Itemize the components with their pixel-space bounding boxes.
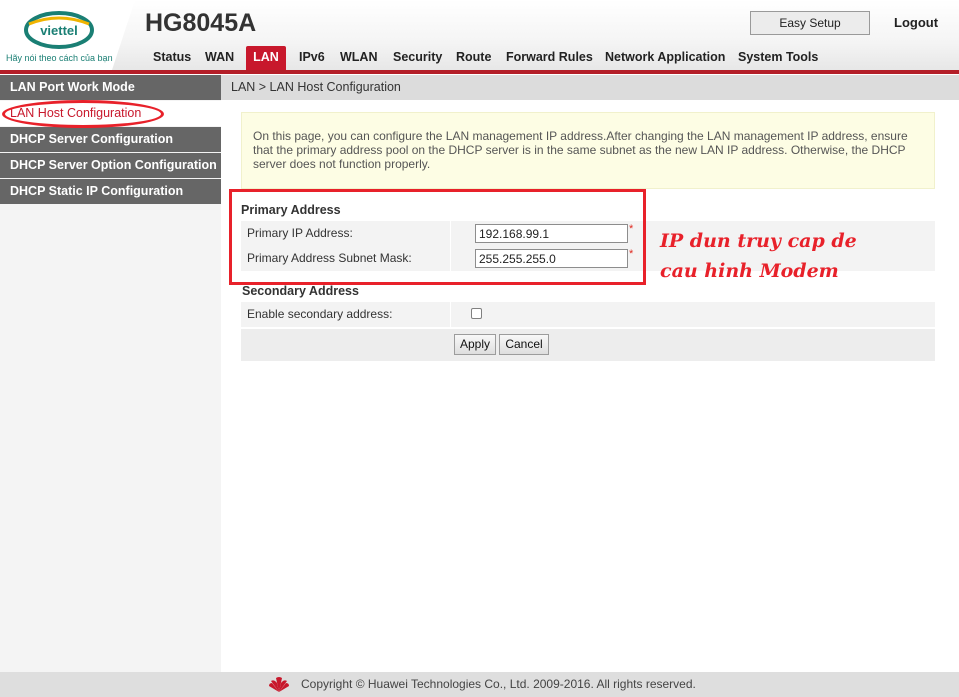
- logo-wordmark: viettel: [40, 23, 78, 38]
- header-divider: [0, 70, 959, 74]
- sidebar: LAN Port Work Mode LAN Host Configuratio…: [0, 75, 221, 672]
- annotation-text: IP dun truy cap de cau hinh Modem: [660, 226, 857, 286]
- annotation-oval: [2, 100, 164, 128]
- tab-security[interactable]: Security: [393, 46, 442, 70]
- tab-forward-rules[interactable]: Forward Rules: [506, 46, 593, 70]
- annotation-box: [229, 189, 646, 285]
- annotation-line-1: IP dun truy cap de: [660, 230, 857, 252]
- enable-secondary-cell: [452, 302, 935, 327]
- button-row: Apply Cancel: [241, 329, 935, 361]
- router-admin-page: viettel Hãy nói theo cách của bạn HG8045…: [0, 0, 959, 697]
- footer-copyright: Copyright © Huawei Technologies Co., Ltd…: [301, 677, 696, 691]
- tab-lan[interactable]: LAN: [246, 46, 286, 70]
- tab-ipv6[interactable]: IPv6: [299, 46, 325, 70]
- logout-link[interactable]: Logout: [894, 15, 938, 30]
- logo-slogan: Hãy nói theo cách của bạn: [6, 53, 113, 63]
- easy-setup-button[interactable]: Easy Setup: [750, 11, 870, 35]
- footer: Copyright © Huawei Technologies Co., Ltd…: [0, 672, 959, 697]
- tab-wan[interactable]: WAN: [205, 46, 234, 70]
- tab-route[interactable]: Route: [456, 46, 491, 70]
- apply-button[interactable]: Apply: [454, 334, 496, 355]
- secondary-enable-row: Enable secondary address:: [241, 302, 935, 327]
- sidebar-item-dhcp-static-ip-configuration[interactable]: DHCP Static IP Configuration: [0, 179, 221, 204]
- main-content: On this page, you can configure the LAN …: [221, 100, 959, 672]
- enable-secondary-label: Enable secondary address:: [241, 302, 451, 327]
- tab-status[interactable]: Status: [153, 46, 191, 70]
- product-name: HG8045A: [145, 9, 257, 37]
- breadcrumb: LAN > LAN Host Configuration: [221, 75, 959, 100]
- secondary-address-title: Secondary Address: [242, 284, 359, 298]
- sidebar-item-dhcp-server-option-configuration[interactable]: DHCP Server Option Configuration: [0, 153, 221, 178]
- enable-secondary-checkbox[interactable]: [471, 308, 482, 319]
- annotation-line-2: cau hinh Modem: [660, 260, 839, 282]
- sidebar-item-dhcp-server-configuration[interactable]: DHCP Server Configuration: [0, 127, 221, 152]
- huawei-logo-icon: [269, 677, 289, 692]
- tab-system-tools[interactable]: System Tools: [738, 46, 818, 70]
- tab-wlan[interactable]: WLAN: [340, 46, 378, 70]
- sidebar-item-lan-port-work-mode[interactable]: LAN Port Work Mode: [0, 75, 221, 100]
- cancel-button[interactable]: Cancel: [499, 334, 549, 355]
- info-notice: On this page, you can configure the LAN …: [241, 112, 935, 189]
- viettel-logo-icon: viettel: [24, 11, 94, 49]
- header: viettel Hãy nói theo cách của bạn HG8045…: [0, 0, 959, 74]
- viettel-logo: viettel Hãy nói theo cách của bạn: [0, 0, 135, 70]
- tab-network-application[interactable]: Network Application: [605, 46, 725, 70]
